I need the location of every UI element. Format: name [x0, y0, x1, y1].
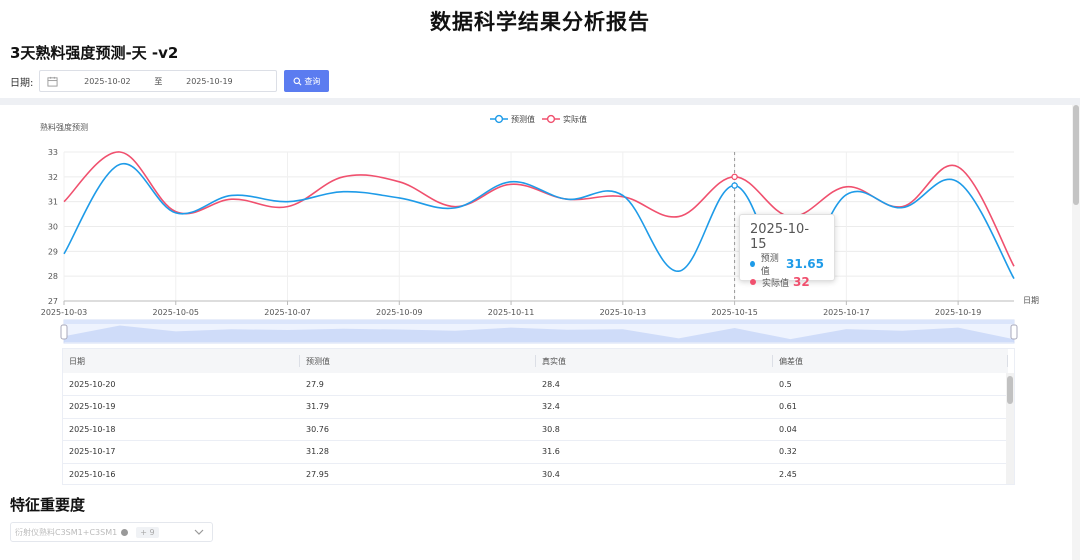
- table-row[interactable]: 2025-10-19 31.79 32.4 0.61: [63, 396, 1008, 418]
- x-tick-label: 2025-10-19: [935, 308, 982, 317]
- x-tick-label: 2025-10-13: [600, 308, 647, 317]
- table-cell: 2025-10-17: [69, 447, 116, 457]
- tooltip-dot-predicted: [750, 261, 755, 267]
- table-cell: 0.32: [779, 447, 797, 457]
- x-tick-label: 2025-10-17: [823, 308, 870, 317]
- table-row[interactable]: 2025-10-18 30.76 30.8 0.04: [63, 418, 1008, 441]
- table-scrollbar[interactable]: [1006, 373, 1014, 484]
- tooltip-label-actual: 实际值: [762, 278, 790, 289]
- legend-label: 实际值: [563, 114, 587, 124]
- table-cell: 2025-10-18: [69, 424, 116, 434]
- y-tick-label: 29: [48, 247, 58, 256]
- y-tick-label: 28: [48, 272, 58, 281]
- table-row[interactable]: 2025-10-17 31.28 31.6 0.32: [63, 441, 1008, 463]
- query-button-label: 查询: [304, 76, 321, 86]
- y-tick-label: 31: [48, 198, 58, 207]
- series-line-actual: [63, 151, 1015, 267]
- table-cell: 31.28: [306, 447, 329, 457]
- feature-select-value: 衍射仪熟料C3SM1+C3SM1: [15, 527, 118, 537]
- col-header-actual[interactable]: 真实值: [536, 349, 773, 373]
- date-separator: 至: [154, 76, 163, 86]
- y-axis-title: 熟料强度预测: [40, 122, 88, 132]
- table-cell: 2025-10-16: [69, 469, 116, 479]
- tooltip-row-predicted: 预测值 31.65: [750, 254, 824, 277]
- highlight-point-predicted: [731, 182, 738, 189]
- legend-label: 预测值: [511, 114, 535, 124]
- table-cell: 0.5: [779, 379, 792, 389]
- col-header-date[interactable]: 日期: [63, 349, 300, 373]
- table-cell: 31.6: [542, 447, 560, 457]
- tooltip-value-actual: 32: [793, 275, 810, 289]
- report-title: 数据科学结果分析报告: [430, 10, 650, 34]
- feature-select[interactable]: 衍射仪熟料C3SM1+C3SM1 + 9: [10, 522, 213, 542]
- x-tick-label: 2025-10-11: [488, 308, 535, 317]
- table-cell: 2.45: [779, 469, 797, 479]
- x-tick-label: 2025-10-05: [153, 308, 200, 317]
- chart-grid: 27 28 29 30 31 32 33 2025-10-03 2025-10-05 2025-1…: [41, 148, 1014, 317]
- legend-marker: [494, 114, 504, 124]
- date-range-picker[interactable]: 2025-10-02 至 2025-10-19: [39, 70, 278, 92]
- more-tag: + 9: [136, 526, 159, 538]
- forecast-line-chart[interactable]: 27 28 29 30 31 32 33 2025-10-03 2025-10-05 2025-1…: [0, 105, 1070, 350]
- table-row[interactable]: 2025-10-16 27.95 30.4 2.45: [63, 463, 1008, 484]
- table-cell: 30.76: [306, 424, 329, 434]
- page-scrollbar[interactable]: [1072, 105, 1080, 560]
- tooltip-row-actual: 实际值 32: [750, 273, 824, 291]
- y-tick-label: 33: [48, 148, 58, 157]
- legend-marker: [546, 114, 556, 124]
- page-scroll-thumb[interactable]: [1073, 105, 1079, 205]
- chart-series: [63, 151, 1015, 280]
- table-row[interactable]: 2025-10-20 27.9 28.4 0.5: [63, 373, 1008, 396]
- data-zoom-slider[interactable]: [60, 319, 1018, 344]
- section-title-forecast: 3天熟料强度预测-天 -v2: [10, 44, 179, 62]
- section-title-feature-importance: 特征重要度: [10, 496, 86, 514]
- date-end-input[interactable]: 2025-10-19: [178, 77, 240, 86]
- y-tick-label: 27: [48, 297, 58, 306]
- date-filter: 日期: 2025-10-02 至 2025-10-19 查询: [10, 70, 330, 92]
- table-cell: 32.4: [542, 402, 560, 412]
- x-axis-title: 日期: [1023, 296, 1039, 305]
- chart-legend[interactable]: 预测值 实际值: [490, 114, 587, 124]
- tag-close-icon[interactable]: [121, 528, 129, 536]
- y-tick-label: 32: [48, 173, 58, 182]
- tooltip-dot-actual: [750, 279, 756, 285]
- zoom-handle-left[interactable]: [60, 324, 68, 340]
- date-label: 日期:: [10, 77, 34, 89]
- x-tick-label: 2025-10-15: [711, 308, 758, 317]
- table-cell: 30.8: [542, 424, 560, 434]
- col-header-deviation[interactable]: 偏差值: [773, 349, 1008, 373]
- table-cell: 31.79: [306, 402, 329, 412]
- highlight-point-actual: [731, 173, 738, 181]
- x-tick-label: 2025-10-09: [376, 308, 423, 317]
- table-cell: 27.95: [306, 469, 329, 479]
- date-start-input[interactable]: 2025-10-02: [76, 77, 138, 86]
- query-button[interactable]: 查询: [284, 70, 330, 92]
- table-header-row: 日期 预测值 真实值 偏差值: [63, 349, 1008, 373]
- tooltip-value-predicted: 31.65: [786, 257, 824, 271]
- x-tick-label: 2025-10-07: [264, 308, 311, 317]
- chart-tooltip: 2025-10-15 预测值 31.65 实际值 32: [739, 214, 835, 289]
- chevron-down-icon: [194, 529, 204, 535]
- table-cell: 28.4: [542, 379, 560, 389]
- zoom-handle-right[interactable]: [1010, 324, 1018, 340]
- table-cell: 27.9: [306, 379, 324, 389]
- col-header-predicted[interactable]: 预测值: [300, 349, 536, 373]
- report-page: 数据科学结果分析报告 3天熟料强度预测-天 -v2 日期: 2025-10-02…: [0, 0, 1080, 560]
- x-tick-label: 2025-10-03: [41, 308, 88, 317]
- zoom-selected-bar[interactable]: [64, 320, 1014, 324]
- table-cell: 0.61: [779, 402, 797, 412]
- search-icon: [293, 77, 302, 85]
- table-cell: 2025-10-20: [69, 379, 116, 389]
- table-cell: 2025-10-19: [69, 402, 116, 412]
- tooltip-label-predicted: 预测值: [760, 254, 779, 277]
- results-table: 日期 预测值 真实值 偏差值 2025-10-20 27.9 28.4 0.5 2025…: [62, 348, 1015, 485]
- section-divider: [0, 98, 1080, 105]
- table-scroll-thumb[interactable]: [1007, 376, 1013, 404]
- y-tick-label: 30: [48, 223, 58, 232]
- tooltip-date: 2025-10-15: [750, 222, 810, 252]
- series-line-predicted: [63, 163, 1015, 280]
- table-cell: 0.04: [779, 424, 797, 434]
- calendar-icon: [47, 76, 58, 87]
- table-cell: 30.4: [542, 469, 560, 479]
